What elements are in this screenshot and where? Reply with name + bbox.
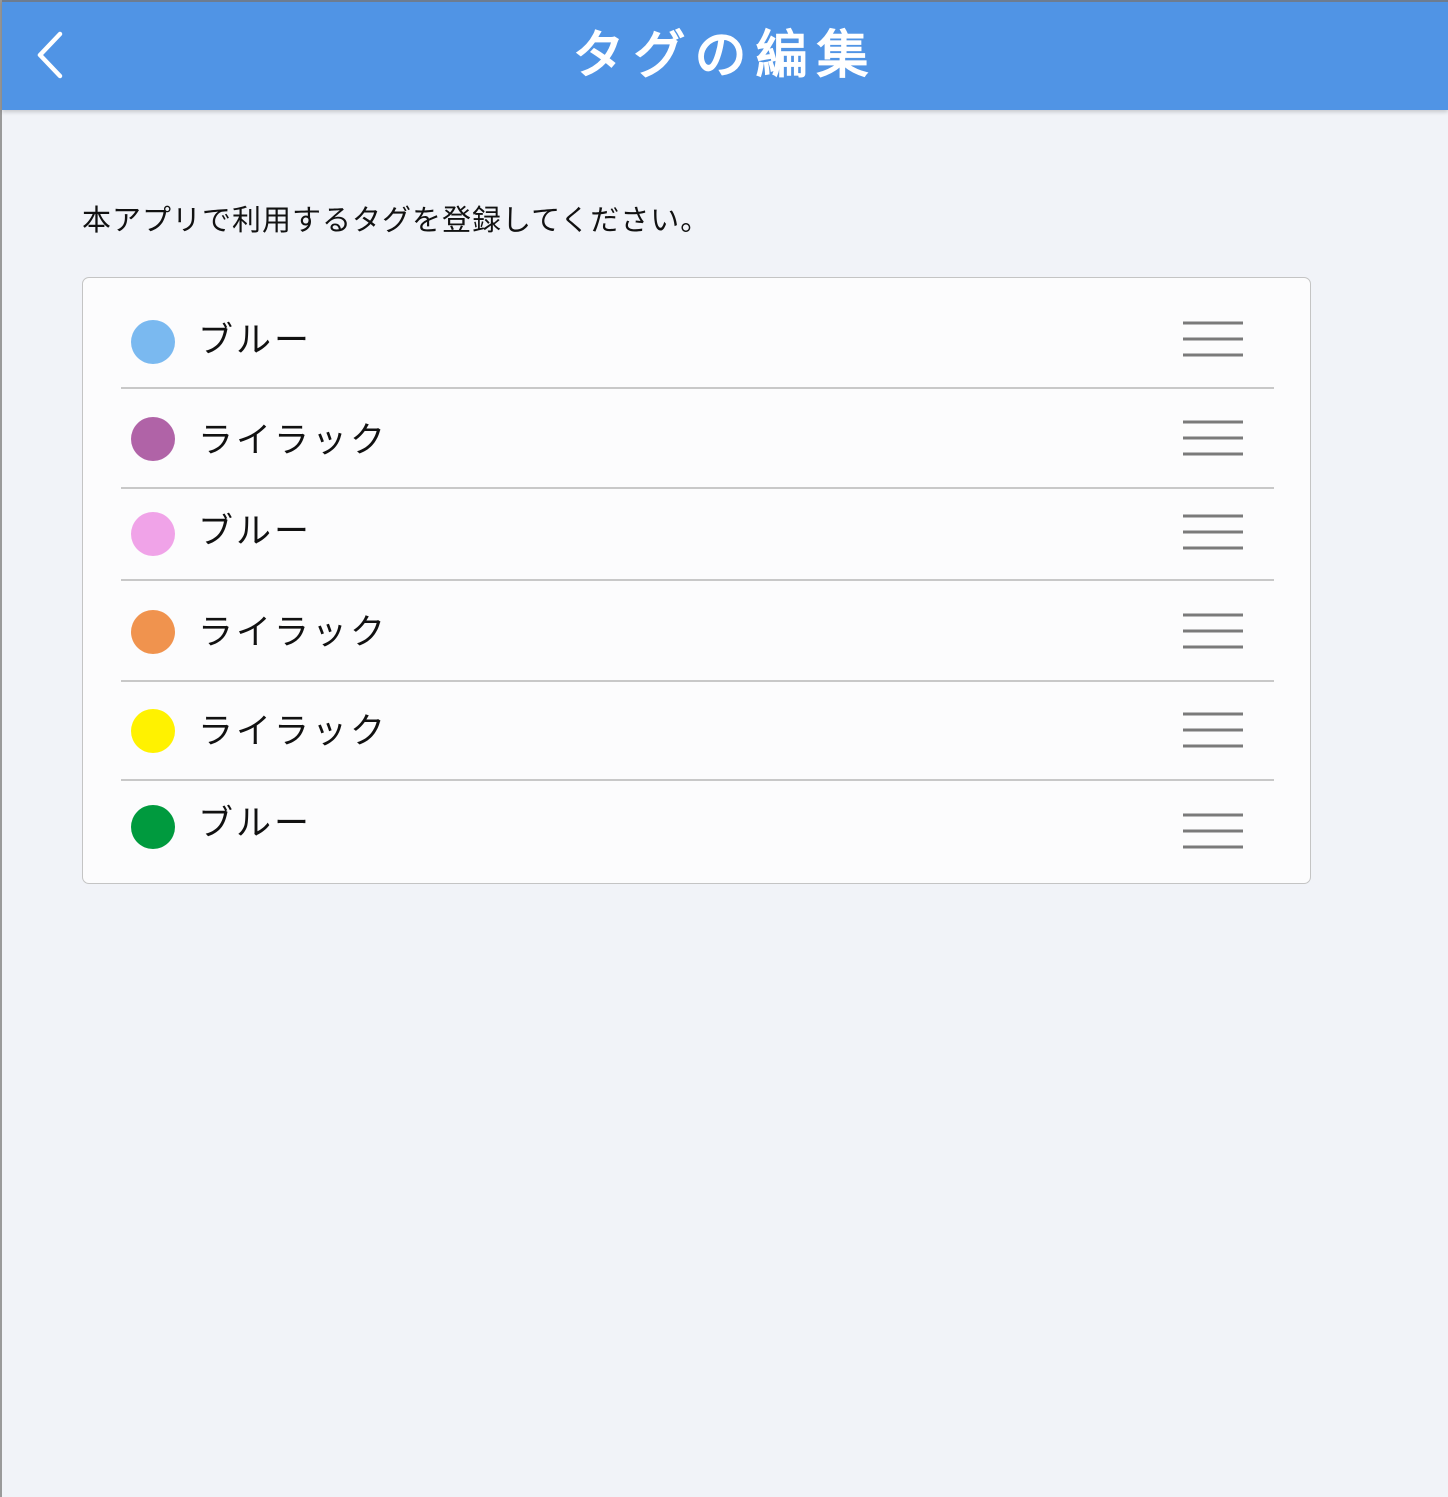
tag-row[interactable]: ライラック <box>121 581 1274 682</box>
tag-label: ブルー <box>198 321 313 361</box>
tag-row[interactable]: ブルー <box>121 781 1274 883</box>
tag-color-dot <box>131 320 175 364</box>
tag-row[interactable]: ライラック <box>121 682 1274 781</box>
tag-color-dot <box>131 512 175 556</box>
tag-row[interactable]: ブルー <box>121 489 1274 581</box>
tag-color-dot <box>131 709 175 753</box>
tag-label: ブルー <box>198 804 313 844</box>
drag-handle-icon[interactable] <box>1183 712 1243 752</box>
drag-handle-icon[interactable] <box>1183 321 1243 361</box>
tag-color-dot <box>131 805 175 849</box>
tag-color-dot <box>131 610 175 654</box>
page-title: タグの編集 <box>572 26 878 86</box>
drag-handle-icon[interactable] <box>1183 420 1243 460</box>
drag-handle-icon[interactable] <box>1183 813 1243 853</box>
tag-color-dot <box>131 417 175 461</box>
tag-list: ブルー ライラック ブルー ライラック ライラック ブルー <box>82 277 1311 884</box>
tag-row[interactable]: ライラック <box>121 389 1274 489</box>
nav-header: タグの編集 <box>2 0 1448 110</box>
instruction-text: 本アプリで利用するタグを登録してください。 <box>82 203 711 237</box>
drag-handle-icon[interactable] <box>1183 613 1243 653</box>
drag-handle-icon[interactable] <box>1183 514 1243 554</box>
tag-label: ライラック <box>198 712 389 752</box>
tag-row[interactable]: ブルー <box>121 278 1274 389</box>
tag-label: ライラック <box>198 613 389 653</box>
tag-edit-screen: タグの編集 本アプリで利用するタグを登録してください。 ブルー ライラック ブル… <box>0 0 1448 1497</box>
tag-label: ブルー <box>198 512 313 552</box>
tag-label: ライラック <box>198 421 389 461</box>
